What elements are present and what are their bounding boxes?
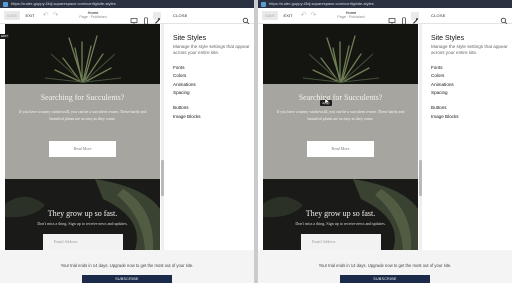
menu-item-animations[interactable]: Animations	[431, 82, 454, 87]
menu-item-buttons[interactable]: Buttons	[431, 105, 447, 110]
preview-scroll-thumb[interactable]	[161, 160, 164, 196]
menu-item-colors[interactable]: Colors	[431, 73, 444, 78]
preview-scroll-thumb[interactable]	[419, 160, 422, 196]
newsletter-subtext[interactable]: Don't miss a thing. Sign up to receive n…	[5, 221, 160, 226]
menu-item-animations[interactable]: Animations	[173, 82, 196, 87]
page-status: Page · Published	[337, 15, 365, 19]
style-brush-icon[interactable]	[153, 12, 161, 24]
desktop-view-icon[interactable]	[130, 12, 138, 25]
panel-description: Manage the style settings that appear ac…	[173, 44, 250, 55]
search-icon[interactable]	[500, 12, 508, 25]
undo-icon[interactable]: ↶	[41, 11, 50, 20]
panel-title: Site Styles	[431, 35, 465, 42]
email-field[interactable]: Email Address	[43, 234, 123, 250]
site-styles-panel: Site Styles Manage the style settings th…	[424, 24, 512, 250]
save-button[interactable]: SAVE	[4, 11, 20, 20]
newsletter-heading[interactable]: They grow up so fast.	[5, 209, 160, 218]
desktop-view-icon[interactable]	[388, 12, 396, 25]
email-field[interactable]: Email Address	[301, 234, 381, 250]
hero-plant-image	[5, 24, 160, 84]
menu-item-fonts[interactable]: Fonts	[173, 65, 185, 70]
trial-banner: Your trial ends in 14 days. Upgrade now …	[0, 250, 254, 283]
section-body-text[interactable]: If you have a sunny windowsill, you can …	[273, 109, 408, 122]
newsletter-heading[interactable]: They grow up so fast.	[263, 209, 418, 218]
browser-address-bar[interactable]: https://ruder-guppy-t3dj.squarespace.com…	[0, 0, 254, 8]
menu-item-image-blocks[interactable]: Image Blocks	[431, 114, 459, 119]
redo-icon[interactable]: ↷	[51, 11, 60, 20]
mobile-view-icon[interactable]	[142, 12, 150, 25]
browser-address-bar[interactable]: https://ruder-guppy-t3dj.squarespace.com…	[258, 0, 512, 8]
trial-message: Your trial ends in 14 days. Upgrade now …	[60, 263, 194, 268]
squarespace-favicon-icon	[3, 1, 8, 7]
trial-message: Your trial ends in 14 days. Upgrade now …	[318, 263, 452, 268]
read-more-button[interactable]: Read More	[307, 141, 374, 157]
panel-description: Manage the style settings that appear ac…	[431, 44, 508, 55]
close-button[interactable]: CLOSE	[173, 11, 188, 20]
page-status: Page · Published	[79, 15, 107, 19]
panel-title: Site Styles	[173, 35, 207, 42]
email-placeholder: Email Address	[312, 239, 336, 244]
close-button[interactable]: CLOSE	[431, 11, 446, 20]
subscribe-button[interactable]: SUBSCRIBE	[340, 275, 430, 283]
section-heading[interactable]: Searching for Succulents?	[263, 93, 418, 102]
squarespace-favicon-icon	[261, 1, 266, 7]
menu-item-colors[interactable]: Colors	[173, 73, 186, 78]
menu-item-buttons[interactable]: Buttons	[173, 105, 189, 110]
style-brush-icon[interactable]	[411, 12, 419, 24]
site-preview-canvas[interactable]: Searching for Succulents? If you have a …	[263, 24, 418, 250]
hero-plant-image	[263, 24, 418, 84]
save-button[interactable]: SAVE	[262, 11, 278, 20]
subscribe-button[interactable]: SUBSCRIBE	[82, 275, 172, 283]
trial-banner: Your trial ends in 14 days. Upgrade now …	[258, 250, 512, 283]
exit-button[interactable]: EXIT	[24, 11, 36, 20]
menu-item-fonts[interactable]: Fonts	[431, 65, 443, 70]
section-heading[interactable]: Searching for Succulents?	[5, 93, 160, 102]
url-text[interactable]: https://ruder-guppy-t3dj.squarespace.com…	[269, 1, 374, 6]
editor-pane-left: https://ruder-guppy-t3dj.squarespace.com…	[0, 0, 254, 283]
edit-tag[interactable]: EDIT	[0, 34, 9, 39]
preview-scrollbar[interactable]	[419, 24, 422, 250]
editor-toolbar: SAVE EXIT ↶ ↷ Home Page · Published CLOS…	[0, 8, 254, 25]
preview-scrollbar[interactable]	[161, 24, 164, 250]
menu-item-image-blocks[interactable]: Image Blocks	[173, 114, 201, 119]
page-title[interactable]: Home Page · Published	[320, 10, 382, 20]
site-styles-panel: Site Styles Manage the style settings th…	[166, 24, 254, 250]
site-preview-canvas[interactable]: Searching for Succulents? If you have a …	[5, 24, 160, 250]
url-text[interactable]: https://ruder-guppy-t3dj.squarespace.com…	[11, 1, 116, 6]
newsletter-subtext[interactable]: Don't miss a thing. Sign up to receive n…	[263, 221, 418, 226]
mobile-view-icon[interactable]	[400, 12, 408, 25]
mouse-cursor-icon	[324, 92, 330, 110]
menu-item-spacing[interactable]: Spacing	[173, 90, 190, 95]
search-icon[interactable]	[242, 12, 250, 25]
exit-button[interactable]: EXIT	[282, 11, 294, 20]
editor-toolbar: SAVE EXIT ↶ ↷ Home Page · Published CLOS…	[258, 8, 512, 25]
section-body-text[interactable]: If you have a sunny windowsill, you can …	[15, 109, 150, 122]
page-title[interactable]: Home Page · Published	[62, 10, 124, 20]
redo-icon[interactable]: ↷	[309, 11, 318, 20]
read-more-button[interactable]: Read More	[49, 141, 116, 157]
email-placeholder: Email Address	[54, 239, 78, 244]
editor-pane-right: https://ruder-guppy-t3dj.squarespace.com…	[258, 0, 512, 283]
newsletter-section: They grow up so fast. Don't miss a thing…	[263, 179, 418, 250]
newsletter-section: They grow up so fast. Don't miss a thing…	[5, 179, 160, 250]
undo-icon[interactable]: ↶	[299, 11, 308, 20]
menu-item-spacing[interactable]: Spacing	[431, 90, 448, 95]
